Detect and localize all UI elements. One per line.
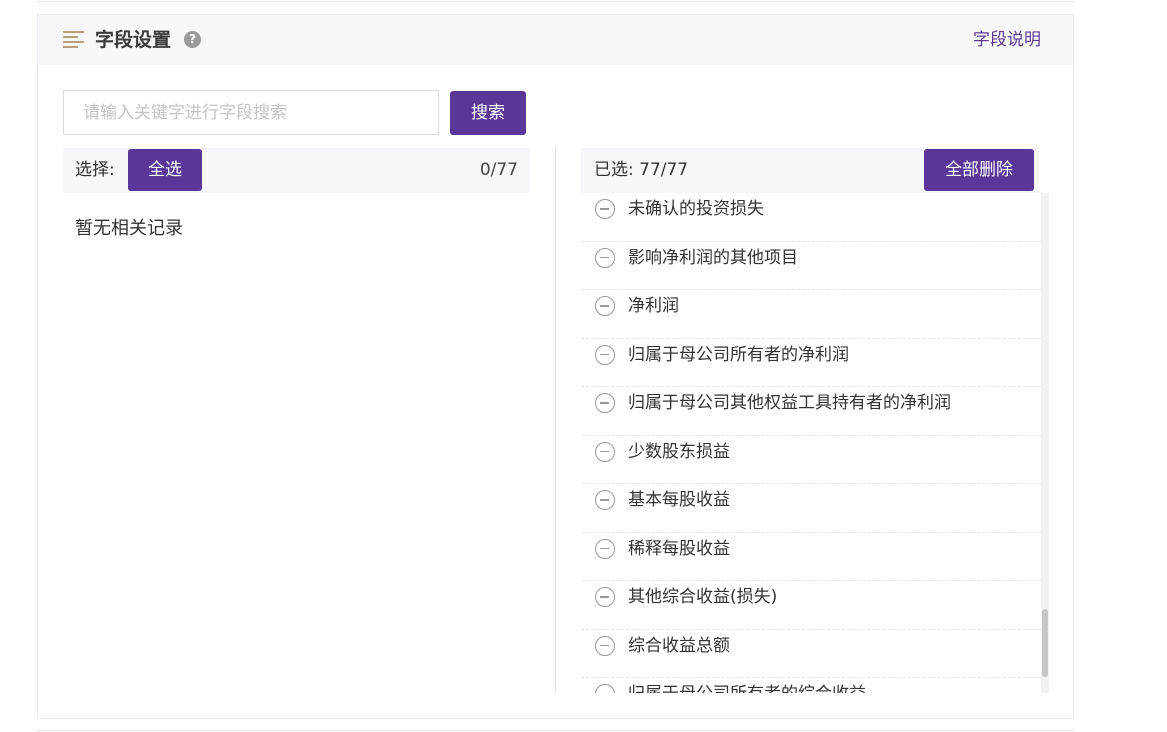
list-item-label: 未确认的投资损失 xyxy=(628,199,764,219)
list-item: 未确认的投资损失 xyxy=(581,193,1041,242)
selected-count-label: 已选: 77/77 xyxy=(594,160,689,180)
search-button[interactable]: 搜索 xyxy=(450,91,526,135)
list-item: 综合收益总额 xyxy=(581,630,1041,678)
minus-circle-icon[interactable] xyxy=(595,635,615,656)
field-search-input[interactable] xyxy=(63,90,439,135)
panel-title: 字段设置 xyxy=(95,29,172,51)
list-lines-icon xyxy=(63,31,84,49)
list-item: 其他综合收益(损失) xyxy=(581,581,1041,630)
list-item-label: 综合收益总额 xyxy=(628,635,730,656)
list-item: 稀释每股收益 xyxy=(581,533,1041,581)
list-item-label: 净利润 xyxy=(628,296,679,316)
minus-circle-icon[interactable] xyxy=(595,587,615,607)
minus-circle-icon[interactable] xyxy=(595,296,615,316)
list-item: 净利润 xyxy=(581,290,1041,339)
column-divider xyxy=(555,148,556,693)
list-item: 归属于母公司所有者的综合收益 xyxy=(581,678,1041,693)
list-item: 基本每股收益 xyxy=(581,484,1041,533)
minus-circle-icon[interactable] xyxy=(595,538,615,559)
scrollbar-thumb[interactable] xyxy=(1042,609,1048,677)
list-item: 归属于母公司其他权益工具持有者的净利润 xyxy=(581,387,1041,436)
minus-circle-icon[interactable] xyxy=(595,393,615,413)
empty-state-text: 暂无相关记录 xyxy=(75,218,183,239)
list-item-label: 归属于母公司所有者的净利润 xyxy=(628,344,849,365)
list-item-label: 少数股东损益 xyxy=(628,441,730,462)
list-scrollbar[interactable] xyxy=(1041,193,1049,693)
select-label: 选择: xyxy=(75,160,115,180)
field-settings-panel: 字段设置 ? 字段说明 搜索 选择: 全选 0/77 暂无相关记录 已选: 77… xyxy=(37,14,1074,719)
minus-circle-icon[interactable] xyxy=(595,199,615,219)
list-item-label: 归属于母公司所有者的综合收益 xyxy=(628,683,866,693)
selected-fields-toolbar: 已选: 77/77 全部删除 xyxy=(581,148,1039,193)
minus-circle-icon[interactable] xyxy=(595,441,615,462)
list-item-label: 影响净利润的其他项目 xyxy=(628,247,798,268)
available-fields-toolbar: 选择: 全选 0/77 xyxy=(63,148,530,193)
list-item-label: 归属于母公司其他权益工具持有者的净利润 xyxy=(628,393,951,413)
select-all-button[interactable]: 全选 xyxy=(128,149,202,191)
delete-all-button[interactable]: 全部删除 xyxy=(924,149,1034,191)
field-description-link[interactable]: 字段说明 xyxy=(973,29,1041,51)
minus-circle-icon[interactable] xyxy=(595,247,615,268)
list-item-label: 基本每股收益 xyxy=(628,490,730,510)
list-item-label: 其他综合收益(损失) xyxy=(628,587,778,607)
minus-circle-icon[interactable] xyxy=(595,684,615,693)
top-divider xyxy=(37,0,1074,2)
minus-circle-icon[interactable] xyxy=(595,490,615,510)
list-item: 少数股东损益 xyxy=(581,436,1041,484)
question-circle-icon[interactable]: ? xyxy=(184,31,201,48)
panel-header: 字段设置 ? 字段说明 xyxy=(38,15,1073,65)
minus-circle-icon[interactable] xyxy=(595,344,615,365)
selected-fields-list[interactable]: 未确认的投资损失 影响净利润的其他项目 净利润 归属于母公司所有者的净利润 归属… xyxy=(581,193,1049,693)
list-item: 归属于母公司所有者的净利润 xyxy=(581,339,1041,387)
list-item-label: 稀释每股收益 xyxy=(628,538,730,559)
available-count: 0/77 xyxy=(479,160,518,180)
list-item: 影响净利润的其他项目 xyxy=(581,242,1041,290)
bottom-divider xyxy=(37,730,1074,731)
